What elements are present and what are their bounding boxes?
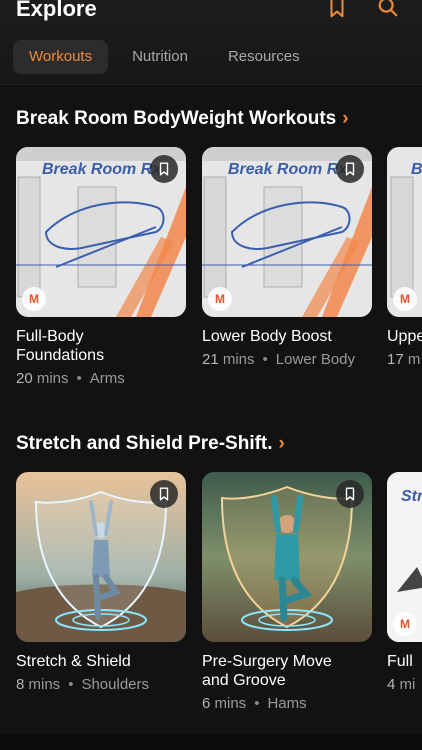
card-thumbnail <box>16 472 186 642</box>
tab-workouts[interactable]: Workouts <box>13 40 109 74</box>
card-meta: 6 mins • Hams <box>202 695 372 712</box>
workout-card[interactable]: Break Room Rx M Full-Body Foundations 20… <box>16 147 186 387</box>
header: Explore Workouts Nutrition Resources <box>0 0 422 85</box>
separator-dot: • <box>254 695 260 712</box>
card-thumbnail: B M <box>387 147 422 317</box>
card-tag: Hams <box>267 695 307 712</box>
bookmark-icon <box>159 487 169 501</box>
section-title-breakroom[interactable]: Break Room BodyWeight Workouts › <box>16 108 349 130</box>
card-meta: 17 m <box>387 351 422 368</box>
section-title-stretch[interactable]: Stretch and Shield Pre-Shift. › <box>16 433 285 455</box>
card-thumbnail: Str M <box>387 472 422 642</box>
bookmark-icon[interactable] <box>326 0 348 18</box>
tab-nutrition[interactable]: Nutrition <box>116 40 204 74</box>
bookmark-button[interactable] <box>336 480 364 508</box>
duration-unit: m <box>407 351 421 368</box>
duration-value: 8 <box>16 676 25 693</box>
duration-unit: mi <box>399 676 416 693</box>
duration-value: 20 <box>16 370 33 387</box>
card-meta: 20 mins • Arms <box>16 370 186 387</box>
bookmark-button[interactable] <box>150 155 178 183</box>
card-title: Full-Body Foundations <box>16 328 105 364</box>
brand-logo: M <box>22 287 46 311</box>
duration-unit: mins <box>28 676 61 693</box>
section-title-text: Stretch and Shield Pre-Shift. <box>16 433 273 454</box>
card-thumbnail: Break Room Rx M <box>16 147 186 317</box>
brand-logo: M <box>208 287 232 311</box>
duration-value: 21 <box>202 351 219 368</box>
duration-value: 6 <box>202 695 211 712</box>
card-title: Lower Body Boost <box>202 328 332 345</box>
bottom-edge <box>0 734 422 750</box>
workout-card[interactable]: Break Room Rx M Lower Body Boost 21 mins… <box>202 147 372 368</box>
card-thumbnail <box>202 472 372 642</box>
page-title: Explore <box>16 0 97 21</box>
thumbnail-caption: Str <box>401 488 422 505</box>
card-meta: 21 mins • Lower Body <box>202 351 372 368</box>
duration-unit: mins <box>222 351 255 368</box>
separator-dot: • <box>76 370 82 387</box>
workout-card[interactable]: B M Upper Body Card 17 m <box>387 147 422 368</box>
card-title: Full <box>387 653 413 670</box>
bookmark-button[interactable] <box>150 480 178 508</box>
bookmark-icon <box>159 162 169 176</box>
card-title: Upper Body Card <box>387 328 422 345</box>
duration-value: 17 <box>387 351 404 368</box>
duration-unit: mins <box>36 370 69 387</box>
duration-value: 4 <box>387 676 396 693</box>
workout-card[interactable]: Pre-Surgery Move and Groove 6 mins • Hams <box>202 472 372 712</box>
search-icon[interactable] <box>377 0 399 18</box>
thumbnail-caption: Break Room Rx <box>228 161 348 178</box>
chevron-right-icon: › <box>278 433 285 454</box>
card-thumbnail: Break Room Rx M <box>202 147 372 317</box>
card-title: Stretch & Shield <box>16 653 131 670</box>
chevron-right-icon: › <box>342 108 349 129</box>
bookmark-icon <box>345 162 355 176</box>
card-tag: Shoulders <box>81 676 149 693</box>
workout-card[interactable]: Str M Full 4 mi <box>387 472 422 693</box>
separator-dot: • <box>68 676 74 693</box>
card-meta: 4 mi <box>387 676 422 693</box>
bookmark-button[interactable] <box>336 155 364 183</box>
tab-resources[interactable]: Resources <box>212 40 316 74</box>
card-tag: Arms <box>89 370 125 387</box>
tab-bar: Workouts Nutrition Resources <box>13 40 316 74</box>
thumbnail-caption: B <box>411 161 422 178</box>
brand-logo: M <box>393 612 417 636</box>
card-meta: 8 mins • Shoulders <box>16 676 186 693</box>
duration-unit: mins <box>214 695 247 712</box>
workout-card[interactable]: Stretch & Shield 8 mins • Shoulders <box>16 472 186 693</box>
thumbnail-caption: Break Room Rx <box>42 161 162 178</box>
bookmark-icon <box>345 487 355 501</box>
card-title: Pre-Surgery Move and Groove <box>202 653 332 689</box>
separator-dot: • <box>262 351 268 368</box>
section-title-text: Break Room BodyWeight Workouts <box>16 108 337 129</box>
brand-logo: M <box>393 287 417 311</box>
card-tag: Lower Body <box>275 351 356 368</box>
